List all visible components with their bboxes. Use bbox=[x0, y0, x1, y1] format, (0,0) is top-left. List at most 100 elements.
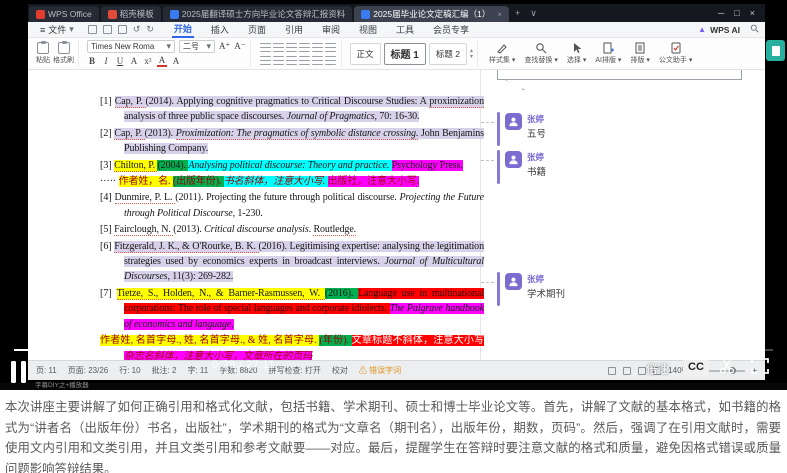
indent-increase-icon[interactable] bbox=[299, 43, 310, 52]
font-size-select[interactable]: 二号▾ bbox=[179, 40, 215, 53]
reference-entry[interactable]: [6] Fitzgerald, J. K., & O'Rourke, B. K.… bbox=[100, 239, 484, 285]
align-right-icon[interactable] bbox=[286, 56, 297, 65]
reference-entry[interactable]: ····· 作者姓，名. (出版年份). 书名斜体，注意大小写. 出版社，注意大… bbox=[100, 174, 484, 189]
ribbon-tab-会员专享[interactable]: 会员专享 bbox=[431, 22, 471, 37]
reference-entry[interactable]: [3] Chilton, P. (2004). Analysing politi… bbox=[100, 158, 484, 173]
clip-scissors-button[interactable] bbox=[719, 359, 736, 379]
reference-entry[interactable]: [1] Cap, P. (2014). Applying cognitive p… bbox=[100, 94, 484, 125]
reference-entry[interactable]: [4] Dunmire, P. L. (2011). Projecting th… bbox=[100, 190, 484, 221]
strike-button[interactable]: A bbox=[129, 56, 139, 66]
borders-icon[interactable] bbox=[325, 43, 336, 52]
status-item[interactable]: 页面: 23/26 bbox=[68, 365, 108, 376]
ribbon-tab-视图[interactable]: 视图 bbox=[357, 22, 379, 37]
floating-widget-button[interactable] bbox=[766, 40, 785, 61]
tab-list-button[interactable]: ∨ bbox=[525, 4, 542, 22]
file-menu-button[interactable]: ≡ 文件 ▾ bbox=[34, 23, 80, 36]
reference-text-segment: 文章标题不斜体，注意大小写 bbox=[352, 335, 484, 346]
print-icon[interactable] bbox=[103, 25, 112, 34]
video-player[interactable]: WPS Office稻壳模板2025届翻译硕士方向毕业论文答辩汇报资料2025届… bbox=[0, 0, 787, 390]
status-item[interactable]: 拼写检查: 打开 bbox=[268, 365, 320, 376]
tool-选择[interactable]: 选择 ▾ bbox=[564, 42, 589, 65]
document-tab[interactable]: 稻壳模板 bbox=[101, 6, 161, 22]
preview-icon[interactable] bbox=[118, 25, 127, 34]
read-mode-icon[interactable] bbox=[608, 367, 616, 375]
minimize-button[interactable]: ─ bbox=[718, 8, 724, 18]
superscript-button[interactable]: x² bbox=[143, 56, 153, 66]
reference-entry[interactable]: [7] Tietze, S., Holden, N., & Barner-Ras… bbox=[100, 286, 484, 332]
tool-公文助手[interactable]: 公文助手 ▾ bbox=[656, 42, 695, 65]
reference-entry[interactable]: [2] Cap, P. (2013). Proximization: The p… bbox=[100, 126, 484, 157]
status-item[interactable]: 行: 10 bbox=[119, 365, 140, 376]
document-tab[interactable]: 2025届毕业论文定稿汇编（1）× bbox=[354, 6, 509, 22]
save-icon[interactable] bbox=[88, 25, 97, 34]
redo-icon[interactable]: ↻ bbox=[146, 24, 154, 35]
hamburger-icon: ≡ bbox=[40, 25, 45, 35]
shading-icon[interactable] bbox=[312, 56, 323, 65]
screenshot-root: WPS Office稻壳模板2025届翻译硕士方向毕业论文答辩汇报资料2025届… bbox=[0, 0, 787, 473]
document-page[interactable]: [1] Cap, P. (2014). Applying cognitive p… bbox=[28, 70, 765, 360]
status-item[interactable]: 校对 bbox=[332, 365, 348, 376]
styles-scroll-buttons[interactable]: ▴▾ bbox=[470, 48, 473, 60]
maximize-button[interactable]: □ bbox=[734, 8, 739, 18]
undo-icon[interactable]: ↺ bbox=[133, 24, 141, 35]
style-正文[interactable]: 正文 bbox=[350, 43, 381, 65]
font-color-button[interactable]: A bbox=[157, 55, 167, 67]
file-menu-label: 文件 bbox=[48, 23, 66, 36]
page-view-icon[interactable] bbox=[623, 367, 631, 375]
ribbon-tab-插入[interactable]: 插入 bbox=[209, 22, 231, 37]
paste-button[interactable]: 粘贴 bbox=[36, 42, 50, 65]
tool-AI排版[interactable]: AI排版 ▾ bbox=[592, 42, 624, 65]
style-标题1[interactable]: 标题 1 bbox=[384, 43, 426, 65]
reference-entry[interactable]: [5] Fairclough, N. (2013). Critical disc… bbox=[100, 222, 484, 237]
status-item[interactable]: 批注: 2 bbox=[152, 365, 177, 376]
ribbon-tab-引用[interactable]: 引用 bbox=[283, 22, 305, 37]
ribbon-tab-审阅[interactable]: 审阅 bbox=[320, 22, 342, 37]
search-icon[interactable] bbox=[750, 24, 759, 35]
italic-button[interactable]: I bbox=[101, 56, 111, 66]
reference-entry[interactable]: 作者姓, 名首字母., 姓, 名首字母., & 姓, 名首字母. (年份). 文… bbox=[100, 333, 484, 360]
ribbon-tab-开始[interactable]: 开始 bbox=[172, 21, 194, 38]
document-tab[interactable]: 2025届翻译硕士方向毕业论文答辩汇报资料 bbox=[163, 6, 352, 22]
pause-button[interactable] bbox=[11, 361, 26, 383]
fullscreen-button[interactable] bbox=[750, 357, 770, 380]
outline-view-icon[interactable] bbox=[638, 367, 646, 375]
shrink-font-button[interactable]: A⁻ bbox=[234, 41, 245, 52]
grow-font-button[interactable]: A⁺ bbox=[219, 41, 230, 52]
justify-icon[interactable] bbox=[299, 56, 310, 65]
comment-accent-bar bbox=[497, 150, 500, 184]
ribbon-tab-工具[interactable]: 工具 bbox=[394, 22, 416, 37]
样式集-icon bbox=[496, 42, 508, 54]
line-spacing-icon[interactable] bbox=[312, 43, 323, 52]
align-left-icon[interactable] bbox=[260, 56, 271, 65]
references-list[interactable]: [1] Cap, P. (2014). Applying cognitive p… bbox=[100, 94, 484, 360]
indent-decrease-icon[interactable] bbox=[286, 43, 297, 52]
tool-排版[interactable]: 排版 ▾ bbox=[627, 42, 652, 65]
new-tab-button[interactable]: + bbox=[510, 4, 525, 22]
status-item[interactable]: ⚠ 错误字词 bbox=[359, 365, 401, 376]
style-标题2[interactable]: 标题 2 bbox=[429, 43, 467, 65]
close-button[interactable]: × bbox=[750, 8, 755, 18]
reference-text-segment: Routledge. bbox=[313, 224, 356, 236]
tool-样式集[interactable]: 样式集 ▾ bbox=[486, 42, 518, 65]
playback-speed-button[interactable]: 倍速 bbox=[646, 361, 669, 377]
ribbon-tabs: 开始插入页面引用审阅视图工具会员专享 bbox=[172, 21, 471, 38]
bullet-list-icon[interactable] bbox=[260, 43, 271, 52]
tab-close-icon[interactable]: × bbox=[497, 10, 502, 19]
comment-text: 学术期刊 bbox=[527, 286, 565, 300]
排版-icon bbox=[634, 42, 646, 54]
sort-icon[interactable] bbox=[325, 56, 336, 65]
highlight-color-button[interactable]: A bbox=[171, 56, 181, 66]
status-item[interactable]: 页: 11 bbox=[36, 365, 57, 376]
tool-查找替换[interactable]: 查找替换 ▾ bbox=[521, 42, 560, 65]
ribbon-tab-页面[interactable]: 页面 bbox=[246, 22, 268, 37]
status-item[interactable]: 字: 11 bbox=[187, 365, 208, 376]
选择-icon bbox=[571, 42, 583, 54]
format-painter-button[interactable]: 格式刷 bbox=[53, 42, 74, 65]
align-center-icon[interactable] bbox=[273, 56, 284, 65]
numbered-list-icon[interactable] bbox=[273, 43, 284, 52]
bold-button[interactable]: B bbox=[87, 56, 97, 66]
document-tab[interactable]: WPS Office bbox=[29, 6, 99, 22]
wps-ai-button[interactable]: ▲ WPS AI bbox=[698, 25, 740, 35]
font-name-select[interactable]: Times New Roma▾ bbox=[87, 40, 175, 53]
underline-button[interactable]: U bbox=[115, 56, 125, 66]
